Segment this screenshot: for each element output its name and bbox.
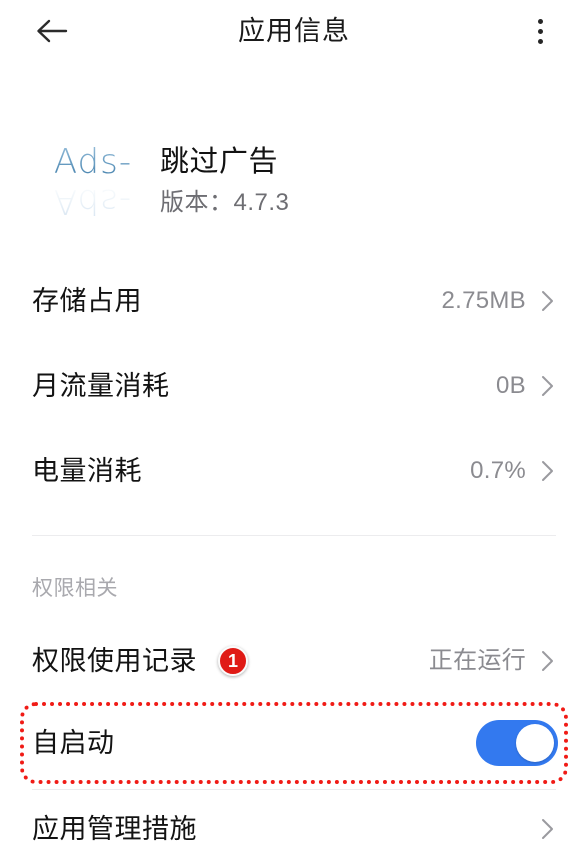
app-icon-reflection: Ads-	[38, 181, 148, 221]
row-label: 月流量消耗	[32, 371, 170, 401]
chevron-right-icon	[538, 374, 558, 398]
row-storage-usage[interactable]: 存储占用 2.75MB	[0, 272, 588, 330]
status-badge: 1	[218, 646, 248, 676]
row-app-management[interactable]: 应用管理措施	[0, 800, 588, 843]
app-icon-text: Ads-	[38, 142, 148, 182]
chevron-right-icon	[538, 289, 558, 313]
app-bar: 应用信息	[0, 0, 588, 62]
row-battery-usage[interactable]: 电量消耗 0.7%	[0, 442, 588, 500]
more-vertical-icon-dot-2	[537, 28, 543, 34]
row-divider	[32, 789, 556, 790]
section-title-permissions: 权限相关	[32, 577, 118, 600]
row-monthly-data-usage[interactable]: 月流量消耗 0B	[0, 357, 588, 415]
row-label: 存储占用	[32, 286, 142, 316]
row-label: 电量消耗	[32, 456, 142, 486]
app-identity-block: Ads- Ads- 跳过广告 版本：4.7.3	[0, 130, 588, 240]
row-label: 权限使用记录	[32, 646, 197, 676]
row-label: 自启动	[32, 728, 115, 758]
app-icon: Ads- Ads-	[38, 136, 148, 228]
app-info-screen: 应用信息 Ads- Ads- 跳过广告 版本：4.7.3 存储占用 2.75MB…	[0, 0, 588, 843]
row-label: 应用管理措施	[32, 814, 197, 843]
row-value: 正在运行	[428, 647, 526, 674]
chevron-right-icon	[538, 459, 558, 483]
row-value: 0B	[496, 372, 526, 399]
app-version: 版本：4.7.3	[160, 189, 290, 216]
page-title: 应用信息	[238, 16, 350, 46]
row-value: 0.7%	[470, 457, 526, 484]
chevron-right-icon	[538, 817, 558, 841]
auto-start-toggle[interactable]	[476, 720, 558, 766]
overflow-menu-button[interactable]	[518, 9, 562, 53]
section-divider	[32, 535, 556, 536]
chevron-right-icon	[538, 649, 558, 673]
row-value: 2.75MB	[441, 287, 526, 314]
toggle-knob	[516, 724, 554, 762]
more-vertical-icon-dot-1	[537, 18, 543, 24]
row-auto-start[interactable]: 自启动	[0, 714, 588, 772]
more-vertical-icon-dot-3	[537, 38, 543, 44]
app-name: 跳过广告	[160, 146, 279, 178]
row-permission-records[interactable]: 权限使用记录 1 正在运行	[0, 632, 588, 690]
